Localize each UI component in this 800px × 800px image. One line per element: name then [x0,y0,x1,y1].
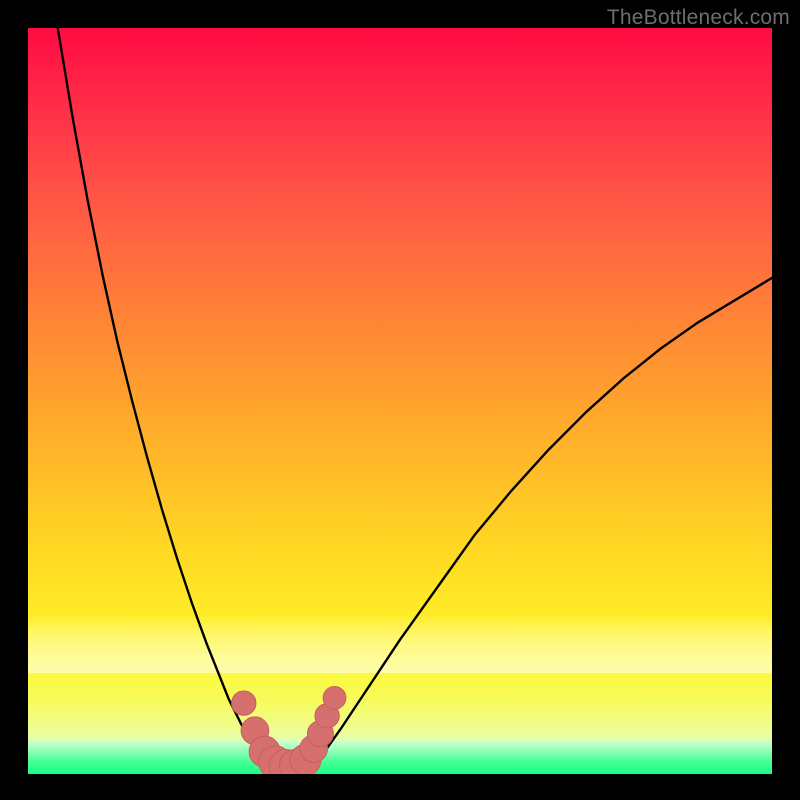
pale-band [28,614,772,674]
green-band [28,740,772,774]
plot-area [28,28,772,774]
watermark-text: TheBottleneck.com [607,6,790,30]
chart-frame: TheBottleneck.com [0,0,800,800]
